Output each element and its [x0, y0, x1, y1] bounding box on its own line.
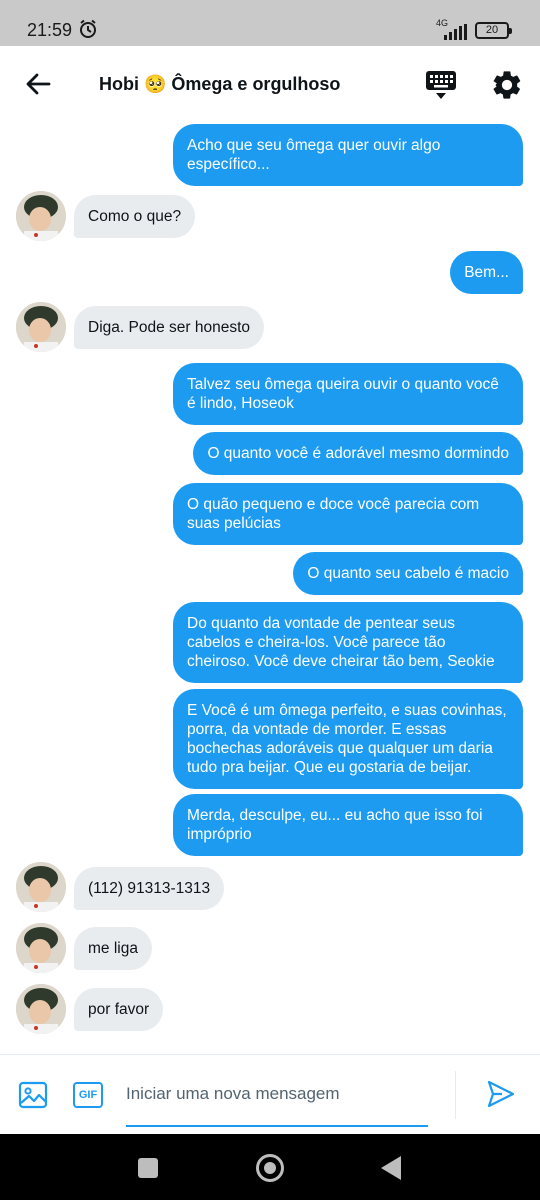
message-bubble-sent[interactable]: Acho que seu ômega quer ouvir algo espec… — [173, 124, 523, 186]
conversation-header: Hobi 🥺 Ômega e orgulhoso — [0, 46, 540, 122]
avatar[interactable] — [16, 984, 66, 1034]
signal-icon: 4G — [436, 18, 470, 40]
message-composer: GIF — [0, 1054, 540, 1134]
message-bubble-sent[interactable]: Do quanto da vontade de pentear seus cab… — [173, 602, 523, 683]
message-bubble-received[interactable]: me liga — [74, 927, 152, 970]
recent-apps-icon[interactable] — [138, 1158, 158, 1178]
message-bubble-sent[interactable]: O quão pequeno e doce você parecia com s… — [173, 483, 523, 545]
gif-icon[interactable]: GIF — [73, 1082, 103, 1108]
avatar[interactable] — [16, 302, 66, 352]
message-bubble-sent[interactable]: Merda, desculpe, eu... eu acho que isso … — [173, 794, 523, 856]
message-input[interactable] — [126, 1075, 428, 1127]
gear-icon[interactable] — [490, 68, 524, 102]
back-arrow-icon[interactable] — [22, 68, 54, 100]
message-list[interactable]: Acho que seu ômega quer ouvir algo espec… — [0, 122, 540, 1052]
message-bubble-received[interactable]: Diga. Pode ser honesto — [74, 306, 264, 349]
avatar[interactable] — [16, 923, 66, 973]
message-bubble-sent[interactable]: Talvez seu ômega queira ouvir o quanto v… — [173, 363, 523, 425]
battery-icon: 20 — [475, 22, 512, 39]
conversation-title[interactable]: Hobi 🥺 Ômega e orgulhoso — [99, 74, 340, 95]
message-bubble-sent[interactable]: O quanto seu cabelo é macio — [293, 552, 523, 595]
composer-divider — [455, 1071, 456, 1119]
avatar[interactable] — [16, 862, 66, 912]
message-bubble-received[interactable]: por favor — [74, 988, 164, 1031]
alarm-clock-icon — [80, 19, 96, 38]
message-bubble-received[interactable]: Como o que? — [74, 195, 196, 238]
send-icon[interactable] — [486, 1079, 516, 1109]
keyboard-icon[interactable] — [424, 68, 458, 102]
message-bubble-received[interactable]: (112) 91313-1313 — [74, 867, 225, 910]
status-bar: 21:59 4G 20 — [0, 0, 540, 46]
message-bubble-sent[interactable]: O quanto você é adorável mesmo dormindo — [193, 432, 523, 475]
nav-back-icon[interactable] — [381, 1156, 401, 1180]
avatar[interactable] — [16, 191, 66, 241]
home-icon[interactable] — [256, 1154, 284, 1182]
status-time: 21:59 — [27, 20, 73, 40]
system-nav-bar — [0, 1134, 540, 1200]
image-icon[interactable] — [18, 1081, 48, 1109]
message-bubble-sent[interactable]: E Você é um ômega perfeito, e suas covin… — [173, 689, 523, 789]
message-bubble-sent[interactable]: Bem... — [450, 251, 523, 294]
